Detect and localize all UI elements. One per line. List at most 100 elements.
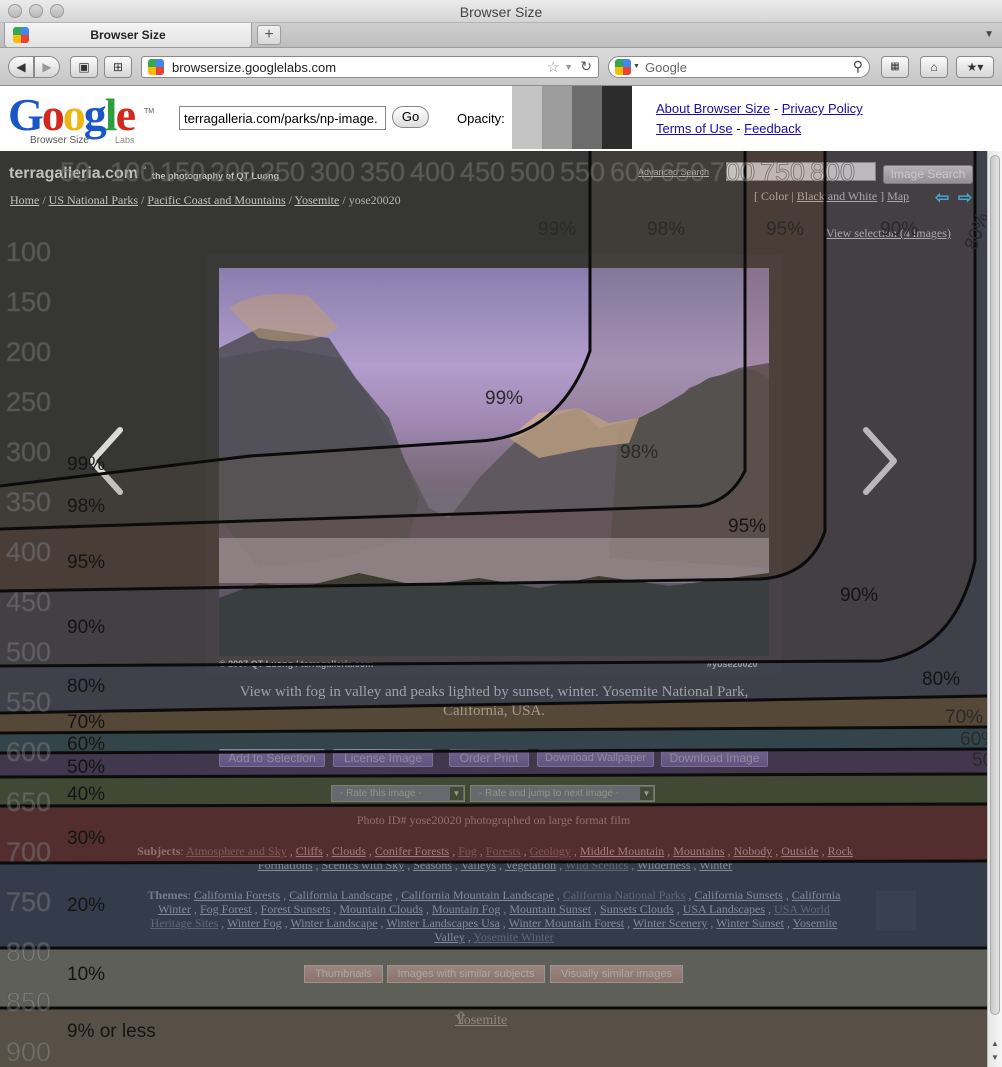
search-engine-dropdown-icon[interactable]: ▼	[633, 63, 640, 70]
theme-link[interactable]: California Sunsets	[694, 888, 782, 902]
breadcrumb-yosemite[interactable]: Yosemite	[295, 193, 340, 207]
screenshot-icon[interactable]: ▣	[70, 56, 98, 78]
subject-link[interactable]: Fog	[458, 844, 477, 858]
subject-link[interactable]: Outside	[781, 844, 818, 858]
image-search-input[interactable]	[726, 162, 876, 181]
download-image-button[interactable]: Download Image	[661, 749, 768, 767]
opacity-swatch[interactable]	[602, 86, 632, 149]
scroll-up-icon[interactable]: ▲	[991, 1039, 999, 1048]
search-icon[interactable]: ⚲	[853, 58, 863, 75]
privacy-policy-link[interactable]: Privacy Policy	[782, 101, 863, 116]
home-icon[interactable]: ⌂	[920, 56, 948, 78]
tab-browser-size[interactable]: Browser Size	[4, 23, 252, 48]
breadcrumb-home[interactable]: Home	[10, 193, 39, 207]
next-photo-arrow-icon[interactable]	[860, 426, 900, 496]
previous-photo-arrow-icon[interactable]	[86, 426, 126, 496]
similar-subjects-button[interactable]: Images with similar subjects	[387, 965, 545, 983]
new-tab-button[interactable]: +	[257, 25, 281, 45]
theme-link[interactable]: Mountain Sunset	[509, 902, 591, 916]
order-print-button[interactable]: Order Print	[449, 749, 529, 767]
theme-link[interactable]: Winter Landscape	[290, 916, 377, 930]
search-bar[interactable]: ▼ Google ⚲	[608, 56, 870, 78]
license-image-button[interactable]: License Image	[333, 749, 433, 767]
subject-link[interactable]: Seasons	[413, 858, 452, 872]
subject-link[interactable]: Nobody	[734, 844, 773, 858]
opacity-swatch[interactable]	[572, 86, 602, 149]
search-engine-icon[interactable]	[615, 59, 631, 75]
subject-link[interactable]: Clouds	[332, 844, 366, 858]
theme-link[interactable]: Fog Forest	[200, 902, 252, 916]
theme-link[interactable]: Forest Sunsets	[261, 902, 331, 916]
subject-link[interactable]: Wilderness	[637, 858, 691, 872]
page-scrollbar[interactable]: ▲ ▼	[987, 151, 1002, 1067]
subject-link[interactable]: Atmosphere and Sky	[186, 844, 287, 858]
terms-of-use-link[interactable]: Terms of Use	[656, 121, 733, 136]
opacity-swatch[interactable]	[542, 86, 572, 149]
thumbnail-placeholder[interactable]	[876, 891, 916, 931]
theme-link[interactable]: Mountain Clouds	[339, 902, 423, 916]
theme-link[interactable]: California Mountain Landscape	[401, 888, 554, 902]
terragalleria-logo[interactable]: terragalleria.com	[9, 165, 138, 183]
theme-link[interactable]: Mountain Fog	[432, 902, 500, 916]
image-search-button[interactable]: Image Search	[883, 165, 973, 184]
map-link[interactable]: Map	[887, 189, 909, 203]
add-bookmark-icon[interactable]: ⊞	[104, 56, 132, 78]
subject-link[interactable]: Winter	[699, 858, 732, 872]
theme-link[interactable]: Sunsets Clouds	[600, 902, 674, 916]
theme-link[interactable]: Winter Landscapes Usa	[386, 916, 499, 930]
subject-link[interactable]: Valleys	[461, 858, 496, 872]
percent-label: 70%	[67, 712, 105, 733]
subject-link[interactable]: Geology	[530, 844, 571, 858]
breadcrumb-pacific-coast[interactable]: Pacific Coast and Mountains	[147, 193, 285, 207]
subject-link[interactable]: Forests	[486, 844, 521, 858]
url-input[interactable]	[179, 106, 386, 130]
visually-similar-button[interactable]: Visually similar images	[550, 965, 683, 983]
feedback-link[interactable]: Feedback	[744, 121, 801, 136]
next-image-icon[interactable]: ⇨	[958, 189, 974, 206]
reload-icon[interactable]: ↻	[580, 58, 592, 75]
star-bookmark-icon[interactable]: ☆	[547, 58, 560, 76]
go-button[interactable]: Go	[392, 106, 429, 128]
rate-image-select[interactable]: - Rate this image - ▼	[331, 785, 465, 802]
theme-link[interactable]: California National Parks	[563, 888, 686, 902]
subject-link[interactable]: Conifer Forests	[375, 844, 449, 858]
tab-list-dropdown-icon[interactable]: ▼	[984, 29, 994, 40]
back-button[interactable]: ◀	[8, 56, 34, 78]
url-dropdown-icon[interactable]: ▼	[564, 62, 573, 72]
add-to-selection-button[interactable]: Add to Selection	[219, 749, 325, 767]
download-wallpaper-button[interactable]: Download Wallpaper	[537, 749, 654, 767]
forward-button[interactable]: ▶	[34, 56, 60, 78]
opacity-swatch[interactable]	[512, 86, 542, 149]
scrollbar-thumb[interactable]	[990, 155, 1000, 1015]
address-bar[interactable]: browsersize.googlelabs.com ☆ ▼ ↻	[141, 56, 599, 78]
previous-image-icon[interactable]: ⇦	[935, 189, 951, 206]
about-browser-size-link[interactable]: About Browser Size	[656, 101, 770, 116]
theme-link[interactable]: Yosemite Winter	[473, 930, 553, 944]
theme-link[interactable]: Winter Mountain Forest	[509, 916, 625, 930]
subject-link[interactable]: Middle Mountain	[580, 844, 664, 858]
subject-link[interactable]: Vegetation	[505, 858, 556, 872]
keyboard-icon[interactable]: ▦	[881, 56, 909, 78]
subject-link[interactable]: Cliffs	[296, 844, 323, 858]
theme-link[interactable]: Winter Scenery	[633, 916, 707, 930]
subject-link[interactable]: Scenics with Sky	[322, 858, 405, 872]
theme-link[interactable]: Winter Sunset	[716, 916, 784, 930]
theme-link[interactable]: USA Landscapes	[683, 902, 765, 916]
advanced-search-link[interactable]: Advanced Search	[638, 167, 709, 177]
yosemite-photo[interactable]	[219, 268, 769, 656]
scroll-down-icon[interactable]: ▼	[991, 1053, 999, 1062]
color-mode-current: Color	[761, 189, 789, 203]
subject-link[interactable]: Mountains	[673, 844, 724, 858]
rate-and-jump-select[interactable]: - Rate and jump to next image - ▼	[470, 785, 655, 802]
subject-link[interactable]: Wild Scenics	[565, 858, 628, 872]
thumbnails-button[interactable]: Thumbnails	[304, 965, 383, 983]
bookmarks-menu-icon[interactable]: ★▾	[956, 56, 994, 78]
theme-link[interactable]: Winter Fog	[227, 916, 282, 930]
yosemite-up-link[interactable]: Yosemite	[455, 1013, 507, 1029]
theme-link[interactable]: California Forests	[194, 888, 280, 902]
theme-link[interactable]: California Landscape	[289, 888, 392, 902]
google-browser-size-logo[interactable]: Google Browser Size Labs TM	[8, 92, 158, 147]
logo-wordmark: Google	[8, 89, 136, 140]
breadcrumb-us-national-parks[interactable]: US National Parks	[49, 193, 138, 207]
black-and-white-link[interactable]: Black and White	[797, 189, 877, 203]
